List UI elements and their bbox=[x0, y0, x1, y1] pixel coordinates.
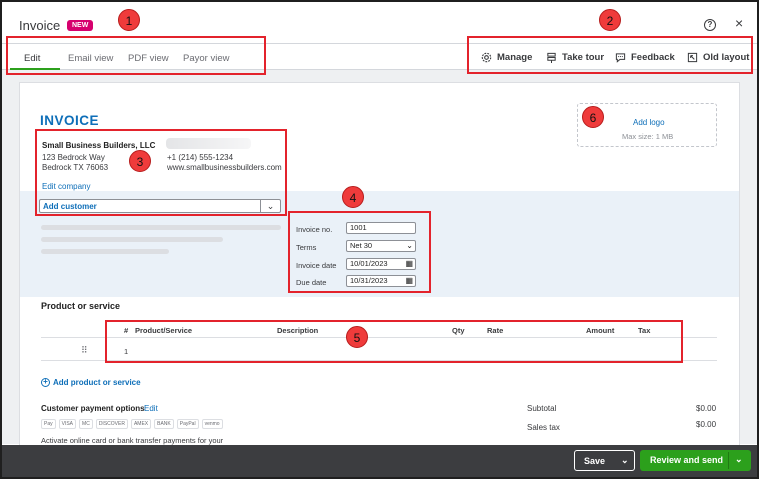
window-header: Invoice NEW ? × bbox=[2, 2, 757, 42]
close-icon[interactable]: × bbox=[735, 15, 743, 31]
table-row-number: 1 bbox=[124, 347, 129, 356]
annotation-badge-5: 5 bbox=[346, 326, 368, 348]
annotation-badge-2: 2 bbox=[599, 9, 621, 31]
invoice-no-field[interactable]: 1001 bbox=[346, 222, 416, 234]
discover-icon: DISCOVER bbox=[95, 419, 128, 429]
customer-select[interactable]: Add customer ⌄ bbox=[39, 199, 281, 213]
calendar-icon[interactable]: ▦ bbox=[405, 276, 413, 286]
old-layout-button[interactable]: Old layout bbox=[687, 52, 749, 63]
take-tour-button[interactable]: Take tour bbox=[546, 52, 604, 63]
invoice-date-field[interactable]: 10/01/2023 ▦ bbox=[346, 258, 416, 270]
col-num: # bbox=[124, 326, 129, 335]
product-section-title: Product or service bbox=[41, 301, 121, 311]
review-send-label: Review and send bbox=[650, 455, 724, 465]
col-qty: Qty bbox=[452, 326, 465, 335]
chevron-down-icon[interactable]: ⌄ bbox=[621, 455, 629, 466]
take-tour-label: Take tour bbox=[562, 52, 605, 63]
old-layout-label: Old layout bbox=[703, 52, 750, 63]
annotation-badge-3: 3 bbox=[129, 150, 151, 172]
signpost-icon bbox=[547, 52, 556, 63]
view-tab-bar: Edit Email view PDF view Payor view Mana… bbox=[2, 43, 757, 70]
button-divider bbox=[728, 452, 729, 469]
terms-label: Terms bbox=[296, 243, 317, 252]
due-date-field[interactable]: 10/31/2023 ▦ bbox=[346, 275, 416, 287]
review-and-send-button[interactable]: Review and send ⌄ bbox=[640, 450, 751, 471]
annotation-badge-4: 4 bbox=[342, 186, 364, 208]
skeleton-line bbox=[41, 237, 223, 242]
customer-placeholder: Add customer bbox=[43, 202, 97, 211]
invoice-heading: INVOICE bbox=[40, 113, 100, 128]
plus-circle-icon: + bbox=[41, 378, 50, 387]
new-badge: NEW bbox=[67, 20, 94, 31]
manage-label: Manage bbox=[497, 52, 533, 63]
invoice-window: Invoice NEW ? × Edit Email view PDF view… bbox=[0, 0, 759, 479]
venmo-icon: venmo bbox=[201, 419, 223, 429]
manage-button[interactable]: Manage bbox=[481, 52, 532, 63]
bank-icon: BANK bbox=[154, 419, 174, 429]
visa-icon: VISA bbox=[58, 419, 77, 429]
annotation-badge-1: 1 bbox=[118, 9, 140, 31]
payment-description: Activate online card or bank transfer pa… bbox=[41, 436, 224, 445]
terms-select[interactable]: Net 30 ⌄ bbox=[346, 240, 416, 252]
col-amount: Amount bbox=[586, 326, 615, 335]
calendar-icon[interactable]: ▦ bbox=[405, 259, 413, 269]
table-divider bbox=[41, 360, 717, 361]
layout-icon bbox=[687, 52, 698, 63]
invoice-no-label: Invoice no. bbox=[296, 225, 333, 234]
subtotal-value: $0.00 bbox=[696, 404, 717, 413]
company-street: 123 Bedrock Way bbox=[42, 153, 105, 162]
table-divider bbox=[41, 337, 717, 338]
mastercard-icon: MC bbox=[79, 419, 93, 429]
sales-tax-value: $0.00 bbox=[696, 420, 717, 429]
company-phone: +1 (214) 555-1234 bbox=[167, 153, 234, 162]
window-title: Invoice bbox=[19, 18, 61, 33]
tab-edit[interactable]: Edit bbox=[24, 53, 40, 64]
tab-payor-view[interactable]: Payor view bbox=[183, 53, 229, 64]
save-label: Save bbox=[584, 456, 606, 466]
tab-email-view[interactable]: Email view bbox=[68, 53, 113, 64]
payment-method-icons: Pay VISA MC DISCOVER AMEX BANK PayPal ve… bbox=[41, 419, 223, 429]
redacted-email bbox=[166, 138, 251, 149]
sales-tax-label: Sales tax bbox=[527, 423, 560, 432]
skeleton-line bbox=[41, 225, 281, 230]
paypal-icon: PayPal bbox=[176, 419, 199, 429]
subtotal-label: Subtotal bbox=[527, 404, 557, 413]
col-tax: Tax bbox=[638, 326, 651, 335]
save-button[interactable]: Save ⌄ bbox=[574, 450, 635, 471]
company-city: Bedrock TX 76063 bbox=[42, 163, 109, 172]
drag-handle-icon[interactable]: ⠿ bbox=[81, 345, 88, 356]
add-logo-link[interactable]: Add logo bbox=[633, 118, 665, 127]
gear-icon bbox=[481, 52, 492, 63]
edit-company-link[interactable]: Edit company bbox=[42, 182, 90, 191]
payment-options-title: Customer payment options bbox=[41, 404, 145, 413]
feedback-button[interactable]: Feedback bbox=[615, 52, 675, 63]
company-name: Small Business Builders, LLC bbox=[42, 141, 156, 150]
apple-pay-icon: Pay bbox=[41, 419, 56, 429]
payment-options-edit-link[interactable]: Edit bbox=[144, 404, 158, 413]
chevron-down-icon[interactable]: ⌄ bbox=[260, 200, 280, 212]
invoice-date-label: Invoice date bbox=[296, 261, 337, 270]
chevron-down-icon[interactable]: ⌄ bbox=[735, 454, 743, 465]
due-date-label: Due date bbox=[296, 278, 327, 287]
feedback-label: Feedback bbox=[631, 52, 675, 63]
invoice-sheet: INVOICE Add logo Max size: 1 MB Small Bu… bbox=[19, 82, 740, 452]
add-product-button[interactable]: + Add product or service bbox=[41, 378, 141, 387]
company-website: www.smallbusinessbuilders.com bbox=[167, 163, 282, 172]
skeleton-line bbox=[41, 249, 169, 254]
amex-icon: AMEX bbox=[130, 419, 152, 429]
col-description: Description bbox=[277, 326, 319, 335]
logo-max-size: Max size: 1 MB bbox=[622, 132, 674, 141]
add-product-label: Add product or service bbox=[53, 378, 141, 387]
annotation-badge-6: 6 bbox=[582, 106, 604, 128]
chat-bubble-icon bbox=[615, 53, 626, 63]
invoice-canvas: INVOICE Add logo Max size: 1 MB Small Bu… bbox=[2, 70, 757, 452]
col-product: Product/Service bbox=[135, 326, 193, 335]
action-footer: Save ⌄ Review and send ⌄ bbox=[2, 445, 757, 477]
col-rate: Rate bbox=[487, 326, 504, 335]
chevron-down-icon: ⌄ bbox=[406, 241, 413, 250]
help-icon[interactable]: ? bbox=[704, 19, 716, 31]
tab-pdf-view[interactable]: PDF view bbox=[128, 53, 169, 64]
